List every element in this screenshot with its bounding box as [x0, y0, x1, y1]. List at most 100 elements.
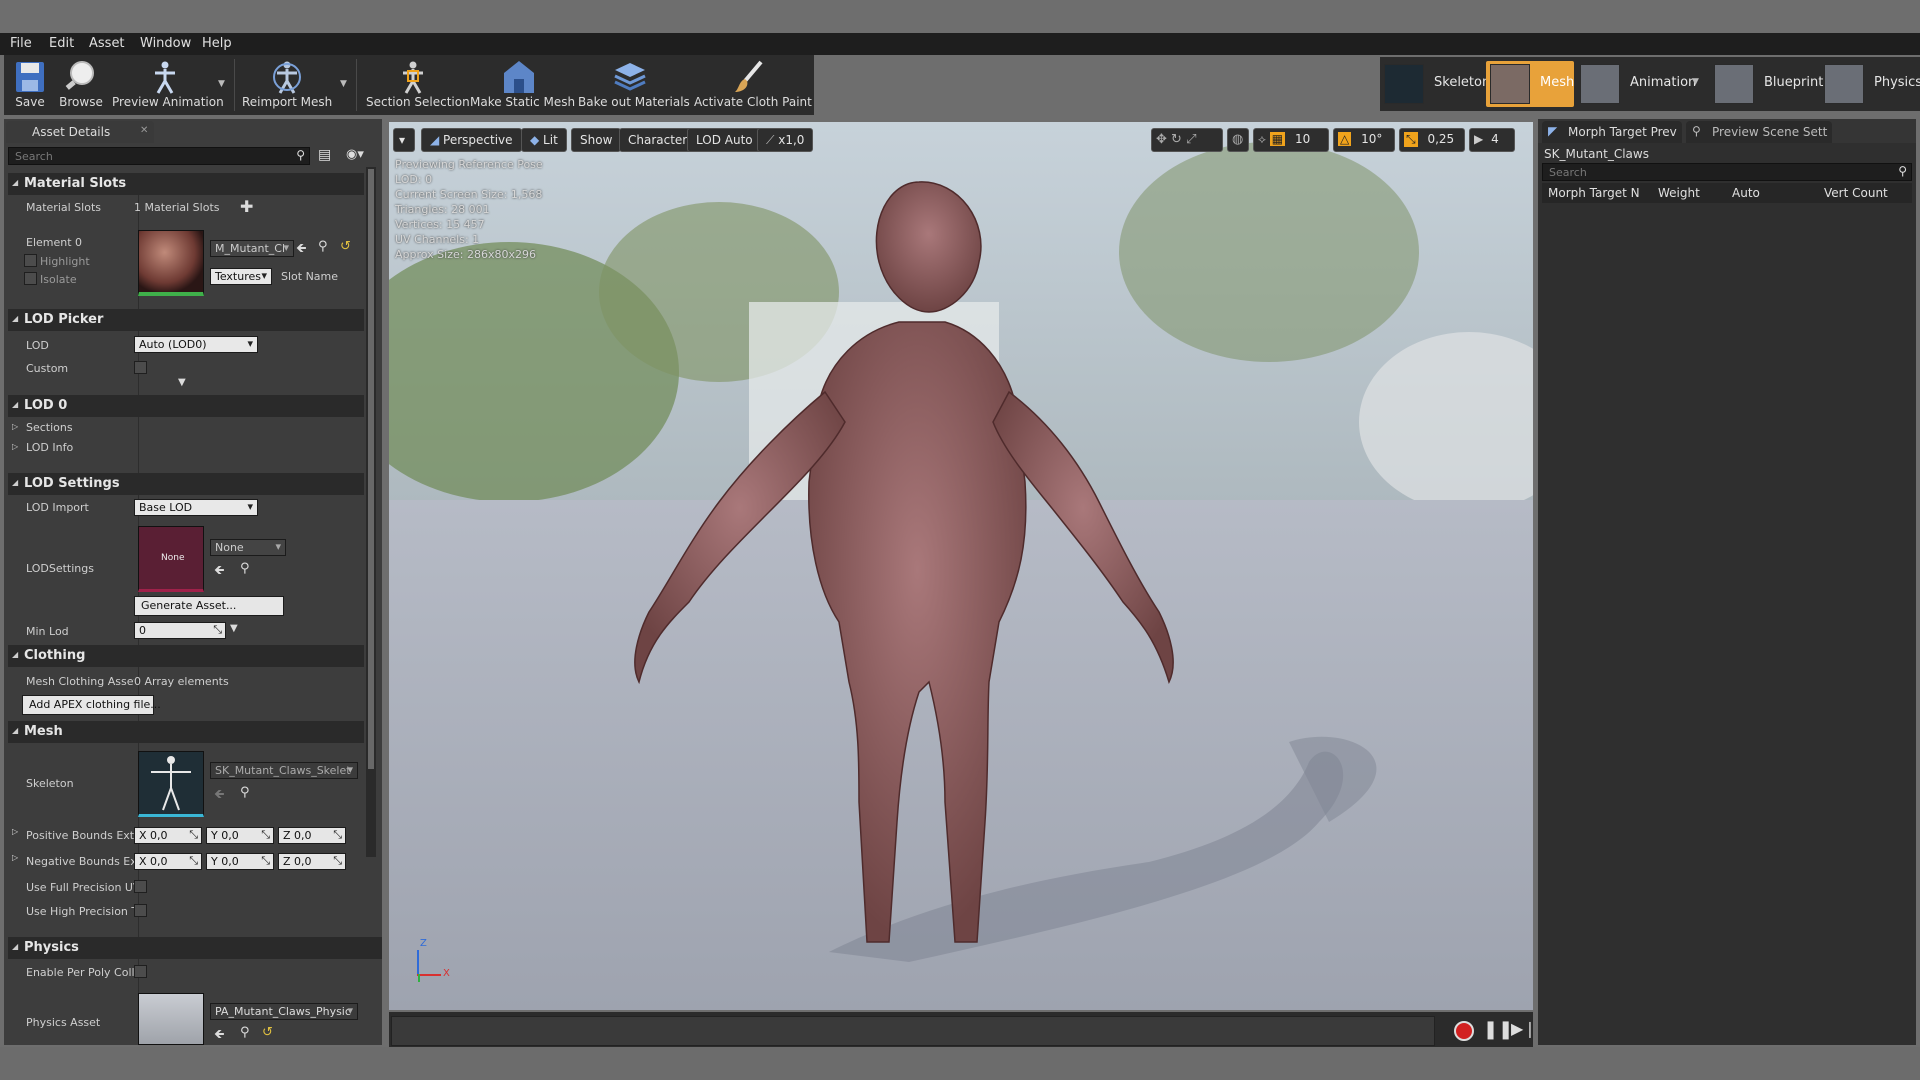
mode-skeleton[interactable]: Skeleton [1380, 61, 1490, 107]
browse-material-icon[interactable]: ⚲ [318, 239, 328, 254]
lodsettings-asset-dropdown[interactable]: None [210, 539, 286, 556]
mode-animation[interactable]: Animation ▼ [1576, 61, 1704, 107]
expand-negative-bounds-icon[interactable]: ▷ [12, 853, 18, 862]
visibility-eye-icon[interactable]: ◉▾ [346, 147, 364, 162]
section-clothing[interactable]: Clothing [8, 645, 364, 667]
mode-mesh[interactable]: Mesh [1486, 61, 1574, 107]
column-morph-target-name[interactable]: Morph Target N [1548, 186, 1640, 200]
tab-asset-details[interactable]: Asset Details ✕ [6, 121, 154, 143]
section-lod-settings[interactable]: LOD Settings [8, 473, 364, 495]
view-options-icon[interactable]: ▤ [318, 147, 331, 163]
min-lod-dropdown-icon[interactable]: ▼ [230, 623, 238, 634]
positive-bounds-z[interactable]: Z 0,0 [278, 827, 346, 844]
animation-dropdown[interactable]: ▼ [1692, 77, 1699, 87]
browse-skeleton-icon[interactable]: ⚲ [240, 785, 250, 800]
rotate-icon[interactable]: ↻ [1171, 132, 1182, 147]
negative-bounds-z[interactable]: Z 0,0 [278, 853, 346, 870]
physics-asset-thumbnail[interactable] [138, 993, 204, 1045]
scale-snap-group[interactable]: ⤡ 0,25 [1399, 128, 1465, 152]
save-button[interactable]: Save [10, 57, 50, 113]
lod-auto-button[interactable]: LOD Auto [687, 128, 762, 152]
add-apex-clothing-button[interactable]: Add APEX clothing file... [22, 695, 161, 715]
textures-dropdown[interactable]: Textures [210, 268, 272, 285]
use-selected-lodsettings-icon[interactable]: 🡸 [214, 561, 225, 583]
scale-icon[interactable]: ⤢ [1186, 132, 1196, 147]
rotation-snap-group[interactable]: △ 10° [1333, 128, 1395, 152]
menu-help[interactable]: Help [202, 36, 232, 51]
pause-button[interactable]: ❚❚ [1483, 1019, 1513, 1040]
full-precision-uv-checkbox[interactable] [134, 880, 147, 893]
highlight-checkbox[interactable] [24, 254, 37, 267]
menu-window[interactable]: Window [140, 36, 191, 51]
show-button[interactable]: Show [571, 128, 622, 152]
playback-speed-button[interactable]: ⟋ x1,0 [757, 128, 814, 152]
bake-out-materials-button[interactable]: Bake out Materials [578, 57, 690, 113]
section-lod-picker[interactable]: LOD Picker [8, 309, 364, 331]
positive-bounds-row[interactable]: Positive Bounds Exte [26, 829, 138, 842]
positive-bounds-x[interactable]: X 0,0 [134, 827, 202, 844]
step-forward-button[interactable]: ▶❘ [1511, 1019, 1537, 1038]
mode-physics[interactable]: Physics [1820, 61, 1920, 107]
viewport[interactable]: ▾ ◢ Perspective ◆ Lit Show Character LOD… [389, 122, 1533, 1010]
tab-preview-scene-settings[interactable]: ⚲ Preview Scene Sett [1686, 121, 1832, 143]
transform-tools-group[interactable]: ✥ ↻ ⤢ [1151, 128, 1223, 152]
skeleton-thumbnail[interactable] [138, 751, 204, 817]
browse-button[interactable]: Browse [56, 57, 106, 113]
preview-animation-dropdown[interactable]: ▼ [218, 79, 225, 89]
generate-asset-button[interactable]: Generate Asset... [134, 596, 284, 616]
min-lod-input[interactable]: 0 [134, 622, 226, 639]
column-vert-count[interactable]: Vert Count [1824, 186, 1888, 200]
lod-info-item[interactable]: ▷ LOD Info [12, 441, 73, 454]
record-button[interactable] [1454, 1021, 1474, 1041]
per-poly-collision-checkbox[interactable] [134, 965, 147, 978]
lodsettings-thumbnail[interactable]: None [138, 526, 204, 592]
reset-material-icon[interactable]: ↺ [340, 239, 351, 254]
menu-edit[interactable]: Edit [49, 36, 74, 51]
browse-lodsettings-icon[interactable]: ⚲ [240, 561, 250, 576]
expand-positive-bounds-icon[interactable]: ▷ [12, 827, 18, 836]
camera-speed-button[interactable]: ▶ 4 [1469, 128, 1515, 152]
use-selected-arrow-icon[interactable]: 🡸 [296, 239, 307, 261]
lod-import-dropdown[interactable]: Base LOD [134, 499, 258, 516]
section-physics[interactable]: Physics [8, 937, 382, 959]
lod-dropdown[interactable]: Auto (LOD0) [134, 336, 258, 353]
timeline-scrubber[interactable] [391, 1016, 1435, 1046]
negative-bounds-y[interactable]: Y 0,0 [206, 853, 274, 870]
column-weight[interactable]: Weight [1658, 186, 1700, 200]
high-precision-tangent-checkbox[interactable] [134, 904, 147, 917]
activate-cloth-paint-button[interactable]: Activate Cloth Paint [694, 57, 812, 113]
expand-advanced-icon[interactable]: ▼ [178, 377, 186, 388]
use-selected-skeleton-icon[interactable]: 🡸 [214, 785, 225, 807]
close-tab-icon[interactable]: ✕ [140, 125, 148, 136]
menu-asset[interactable]: Asset [89, 36, 125, 51]
sections-item[interactable]: ▷ Sections [12, 421, 73, 434]
mode-blueprint[interactable]: Blueprint [1710, 61, 1823, 107]
section-selection-button[interactable]: Section Selection [366, 57, 470, 113]
reimport-dropdown[interactable]: ▼ [340, 79, 347, 89]
details-scrollbar[interactable] [366, 167, 376, 857]
section-lod0[interactable]: LOD 0 [8, 395, 364, 417]
make-static-mesh-button[interactable]: Make Static Mesh [470, 57, 575, 113]
positive-bounds-y[interactable]: Y 0,0 [206, 827, 274, 844]
details-search-input[interactable]: Search ⚲ [8, 147, 310, 165]
perspective-button[interactable]: ◢ Perspective [421, 128, 522, 152]
reimport-mesh-button[interactable]: Reimport Mesh [242, 57, 332, 113]
menu-file[interactable]: File [10, 36, 32, 51]
grid-snap-group[interactable]: ⟡ ▦ 10 [1253, 128, 1329, 152]
tab-morph-target-preview[interactable]: ◤ Morph Target Prev [1542, 121, 1682, 143]
lit-button[interactable]: ◆ Lit [521, 128, 567, 152]
world-space-button[interactable]: ◍ [1227, 128, 1249, 152]
section-mesh[interactable]: Mesh [8, 721, 364, 743]
reset-physics-icon[interactable]: ↺ [262, 1025, 273, 1040]
translate-icon[interactable]: ✥ [1156, 132, 1167, 147]
character-button[interactable]: Character [619, 128, 697, 152]
material-selector[interactable]: M_Mutant_Cl [210, 240, 294, 257]
negative-bounds-row[interactable]: Negative Bounds Ext [26, 855, 138, 868]
morph-search-input[interactable]: Search ⚲ [1542, 163, 1912, 181]
section-material-slots[interactable]: Material Slots [8, 173, 364, 195]
column-auto[interactable]: Auto [1732, 186, 1760, 200]
negative-bounds-x[interactable]: X 0,0 [134, 853, 202, 870]
physics-asset-dropdown[interactable]: PA_Mutant_Claws_Physic [210, 1003, 358, 1020]
isolate-checkbox[interactable] [24, 272, 37, 285]
add-material-slot-icon[interactable]: ✚ [240, 197, 253, 216]
